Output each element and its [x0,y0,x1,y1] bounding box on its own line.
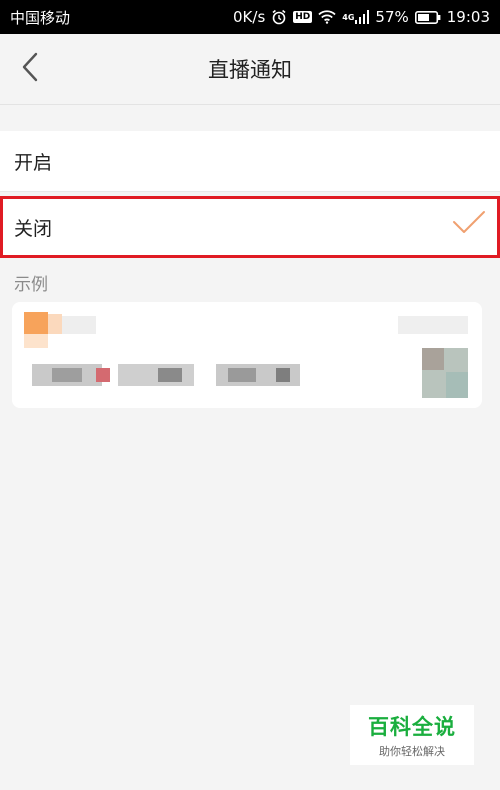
watermark-main: 百科全说 [368,715,456,739]
blurred-name [62,316,96,334]
option-enable-label: 开启 [14,151,53,174]
network-speed: 0K/s [233,8,266,26]
status-bar: 中国移动 0K/s HD 4G 57% 19:03 [0,0,500,34]
option-disable[interactable]: 关闭 [0,196,500,258]
wifi-icon [318,10,336,24]
example-label: 示例 [14,275,48,295]
check-icon [452,210,486,241]
example-preview-card [12,302,482,408]
watermark-logo: 百科全说 助你轻松解决 [350,705,474,765]
back-button[interactable] [14,51,46,87]
alarm-icon [271,9,287,25]
battery-icon [414,10,441,24]
chevron-left-icon [22,52,38,86]
signal-icon: 4G [342,10,370,24]
blurred-timestamp [398,316,468,334]
status-indicators: 0K/s HD 4G 57% 19:03 [233,8,490,26]
option-enable[interactable]: 开启 [0,131,500,192]
hd-icon: HD [293,11,313,23]
page-title: 直播通知 [208,58,292,82]
watermark-sub: 助你轻松解决 [379,745,445,758]
carrier-label: 中国移动 [10,8,71,27]
battery-percent: 57% [375,8,409,26]
option-disable-label: 关闭 [14,217,53,240]
nav-bar: 直播通知 [0,34,500,105]
network-type: 4G [342,12,355,22]
clock: 19:03 [446,8,490,26]
